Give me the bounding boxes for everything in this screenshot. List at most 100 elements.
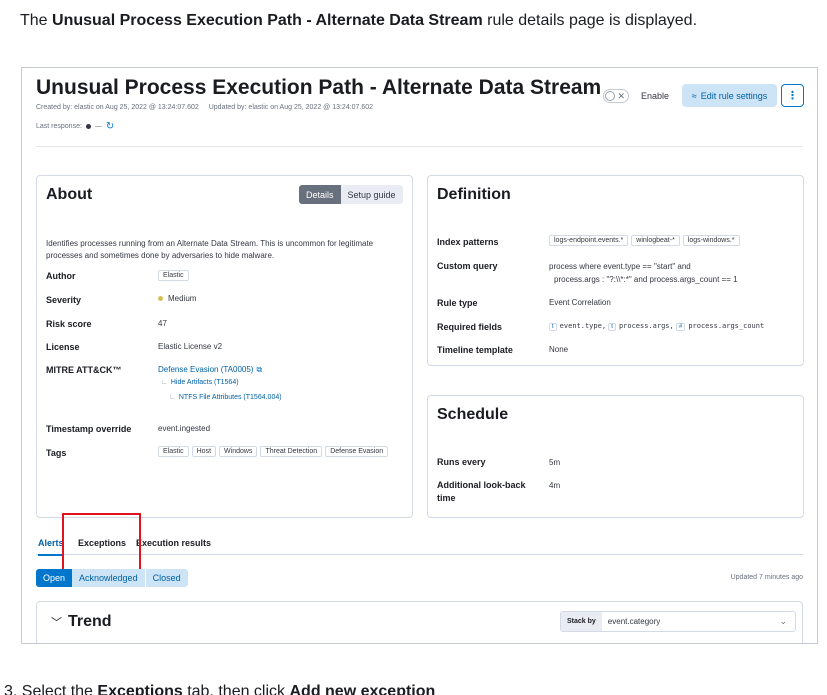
- trend-header[interactable]: ﹀ Trend: [51, 613, 112, 631]
- alert-status-filter: Open Acknowledged Closed: [36, 569, 188, 587]
- custom-query-line-2: process.args : "?:\\*:*" and process.arg…: [554, 275, 738, 284]
- required-field: event.type,: [559, 322, 607, 330]
- index-patterns-value: logs-endpoint.events.* winlogbeat-* logs-w…: [549, 235, 743, 246]
- stack-by-label: Stack by: [561, 612, 602, 631]
- field-type-icon: #: [675, 323, 686, 331]
- step-text-b: tab, then click: [182, 683, 290, 695]
- tag-badge: Host: [191, 446, 217, 457]
- stack-by-value: event.category: [607, 617, 661, 626]
- created-by: Created by: elastic on Aug 25, 2022 @ 13…: [36, 104, 199, 111]
- rule-details-screenshot: Unusual Process Execution Path - Alterna…: [21, 67, 818, 644]
- schedule-panel: Schedule Runs every 5m Additional look-b…: [427, 395, 804, 518]
- lookback-label-line-2: time: [437, 493, 456, 503]
- about-panel: About Details Setup guide Identifies pro…: [36, 175, 413, 518]
- definition-title: Definition: [437, 186, 511, 203]
- exceptions-highlight-box: [62, 513, 141, 572]
- custom-query-label: Custom query: [437, 261, 498, 271]
- page-title: Unusual Process Execution Path - Alterna…: [36, 76, 602, 99]
- trend-panel: ﹀ Trend Stack by event.category ⌄: [36, 601, 803, 643]
- trend-title: Trend: [68, 613, 112, 630]
- tag-badge: Windows: [219, 446, 258, 457]
- step-bold-b: Add new exception: [289, 683, 436, 695]
- index-pattern-badge: logs-windows.*: [682, 235, 740, 246]
- tree-branch-icon: ∟: [169, 394, 176, 401]
- runs-every-label: Runs every: [437, 457, 486, 467]
- last-response-value: —: [94, 123, 102, 130]
- tab-alerts[interactable]: Alerts: [38, 538, 64, 556]
- mitre-subtechnique[interactable]: ∟ NTFS File Attributes (T1564.004): [169, 394, 282, 401]
- tab-setup-guide[interactable]: Setup guide: [340, 185, 403, 204]
- enable-label: Enable: [641, 91, 670, 101]
- rule-type-label: Rule type: [437, 298, 478, 308]
- updated-timestamp: Updated 7 minutes ago: [730, 574, 803, 581]
- edit-rule-settings-label: Edit rule settings: [700, 90, 768, 101]
- severity-label: Severity: [46, 295, 82, 305]
- severity-text: Medium: [168, 294, 197, 303]
- rule-description: Identifies processes running from an Alt…: [46, 239, 374, 260]
- toggle-knob-icon: [605, 91, 615, 101]
- author-value: Elastic: [158, 270, 192, 281]
- created-updated-info: Created by: elastic on Aug 25, 2022 @ 13…: [36, 104, 373, 111]
- custom-query-line-1: process where event.type == "start" and: [549, 262, 691, 271]
- tag-badge: Elastic: [158, 446, 189, 457]
- toggle-off-icon: ✕: [617, 91, 625, 101]
- lookback-label: Additional look-back time: [437, 480, 526, 503]
- intro-rule-name: Unusual Process Execution Path - Alterna…: [52, 12, 483, 29]
- severity-dot-icon: [158, 296, 163, 302]
- author-badge: Elastic: [158, 270, 189, 281]
- mitre-technique-link[interactable]: Hide Artifacts (T1564): [171, 379, 239, 386]
- timeline-template-value: None: [549, 345, 569, 354]
- severity-value: Medium: [158, 294, 196, 303]
- last-response-label: Last response:: [36, 123, 82, 130]
- index-pattern-badge: winlogbeat-*: [631, 235, 680, 246]
- about-title: About: [46, 186, 93, 203]
- timestamp-override-label: Timestamp override: [46, 424, 132, 434]
- lookback-value: 4m: [549, 481, 561, 490]
- edit-rule-settings-button[interactable]: ≈ Edit rule settings: [682, 84, 777, 107]
- intro-prefix: The: [20, 12, 53, 29]
- external-link-icon: ⧉: [256, 365, 263, 374]
- tab-execution-results[interactable]: Execution results: [136, 538, 211, 548]
- filter-open-button[interactable]: Open: [36, 569, 73, 587]
- field-type-icon: t: [608, 323, 616, 331]
- timeline-template-label: Timeline template: [437, 345, 513, 355]
- required-fields-value: t event.type, t process.args, # process.arg…: [549, 321, 764, 331]
- more-actions-button[interactable]: ⋮: [781, 84, 804, 107]
- risk-score-label: Risk score: [46, 319, 92, 329]
- index-pattern-badge: logs-endpoint.events.*: [549, 235, 629, 246]
- lookback-label-line-1: Additional look-back: [437, 480, 526, 490]
- rule-tabs: Alerts Exceptions Execution results: [36, 533, 803, 556]
- required-field: process.args,: [618, 322, 674, 330]
- definition-panel: Definition Index patterns logs-endpoint.…: [427, 175, 804, 366]
- chevron-down-icon[interactable]: ﹀: [51, 614, 62, 630]
- intro-suffix: rule details page is displayed.: [482, 12, 698, 29]
- chevron-down-icon: ⌄: [779, 616, 787, 626]
- index-patterns-label: Index patterns: [437, 237, 499, 247]
- updated-by: Updated by: elastic on Aug 25, 2022 @ 13…: [208, 104, 374, 111]
- tag-badge: Threat Detection: [260, 446, 323, 457]
- timestamp-override-value: event.ingested: [158, 424, 211, 433]
- schedule-title: Schedule: [437, 406, 509, 423]
- filter-closed-button[interactable]: Closed: [144, 569, 188, 587]
- step-number: 3.: [4, 683, 18, 695]
- tag-badge: Defense Evasion: [325, 446, 389, 457]
- tab-details[interactable]: Details: [299, 185, 341, 204]
- risk-score-value: 47: [158, 319, 167, 328]
- filter-acknowledged-button[interactable]: Acknowledged: [72, 569, 145, 587]
- tree-branch-icon: ∟: [161, 379, 168, 386]
- mitre-tactic-link[interactable]: Defense Evasion (TA0005): [158, 365, 253, 374]
- stack-by-select[interactable]: Stack by event.category ⌄: [560, 611, 796, 632]
- mitre-technique[interactable]: ∟ Hide Artifacts (T1564): [161, 379, 239, 386]
- status-dot-icon: [85, 124, 91, 129]
- step-bold-a: Exceptions: [97, 683, 183, 695]
- step-text-a: Select the: [21, 683, 98, 695]
- mitre-tactic[interactable]: Defense Evasion (TA0005) ⧉: [158, 365, 262, 375]
- mitre-label: MITRE ATT&CK™: [46, 365, 122, 375]
- enable-toggle[interactable]: ✕: [603, 89, 629, 103]
- last-response: Last response: — ↻: [36, 121, 114, 132]
- about-view-toggle: Details Setup guide: [299, 185, 403, 204]
- rule-type-value: Event Correlation: [549, 298, 611, 307]
- refresh-icon[interactable]: ↻: [106, 121, 114, 132]
- license-value: Elastic License v2: [158, 342, 223, 351]
- mitre-subtechnique-link[interactable]: NTFS File Attributes (T1564.004): [179, 394, 282, 401]
